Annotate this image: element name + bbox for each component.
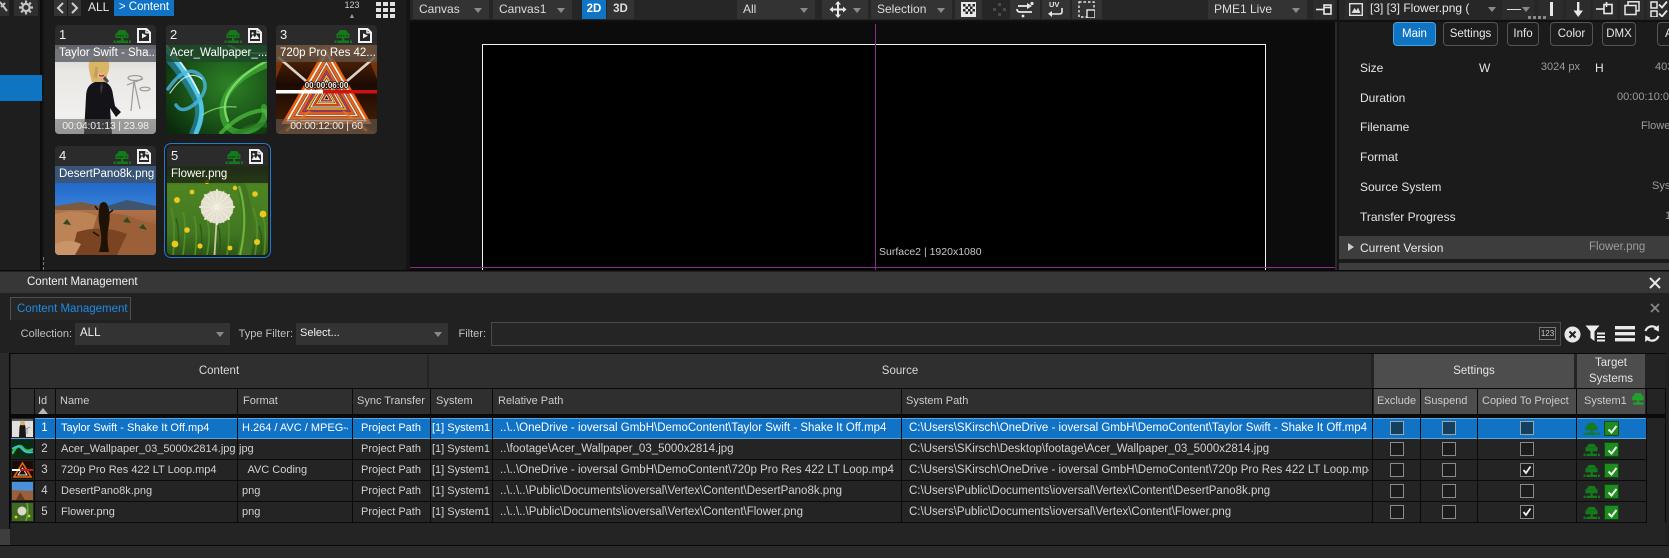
svg-text:00:00:06:00: 00:00:06:00 — [305, 81, 349, 90]
svg-text:UV: UV — [1049, 0, 1059, 9]
